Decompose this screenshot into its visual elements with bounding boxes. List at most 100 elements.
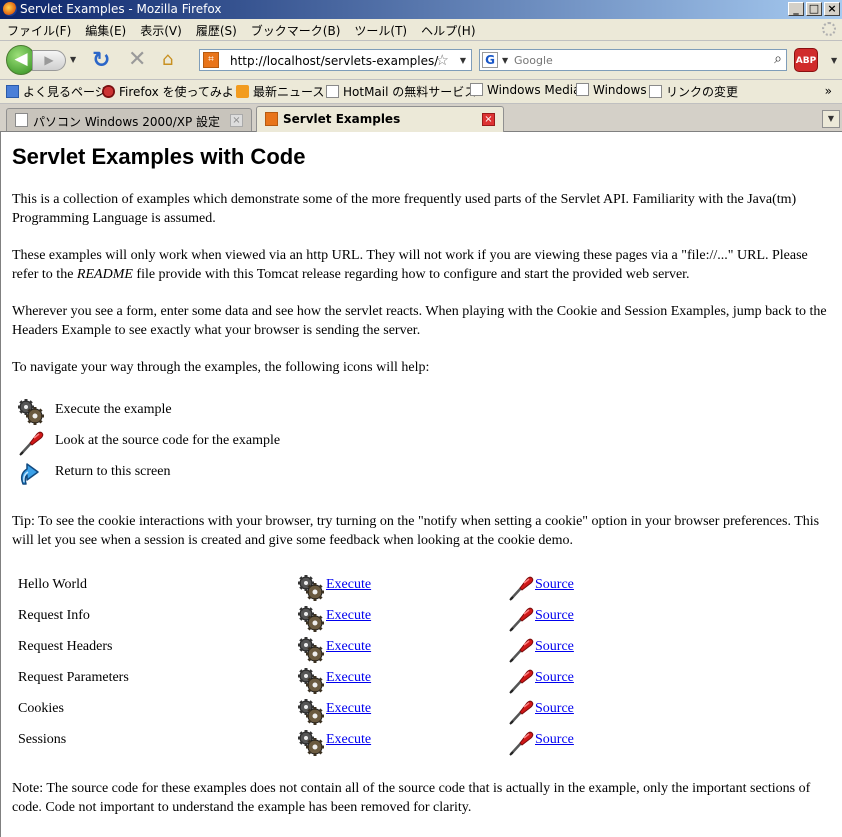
execute-link[interactable]: Execute	[326, 577, 371, 593]
form-note-paragraph: Wherever you see a form, enter some data…	[12, 304, 827, 338]
execute-link[interactable]: Execute	[326, 608, 371, 624]
example-name: Hello World	[18, 577, 87, 592]
execute-gear-icon[interactable]	[297, 574, 325, 602]
url-dropdown-icon[interactable]: ▼	[460, 56, 466, 65]
table-row: Request Parameters Execute Source	[18, 666, 818, 694]
source-link[interactable]: Source	[535, 639, 574, 655]
firefox-icon	[3, 2, 17, 16]
bookmark-windows[interactable]: Windows	[576, 83, 647, 100]
page-icon	[15, 113, 28, 127]
execute-link[interactable]: Execute	[326, 732, 371, 748]
stop-icon[interactable]: ✕	[128, 47, 146, 72]
menu-view[interactable]: 表示(V)	[133, 19, 189, 40]
url-text[interactable]: http://localhost/servlets-examples/	[230, 54, 438, 68]
tab-pc-settings[interactable]: パソコン Windows 2000/XP 設定 ×	[6, 108, 252, 131]
bookmark-customize-links[interactable]: リンクの変更	[649, 83, 738, 100]
search-input[interactable]	[514, 52, 754, 68]
table-row: Request Info Execute Source	[18, 604, 818, 632]
reload-icon[interactable]: ↻	[92, 48, 110, 73]
maximize-button[interactable]: □	[806, 2, 822, 16]
menu-history[interactable]: 履歴(S)	[189, 19, 244, 40]
source-screwdriver-icon[interactable]	[507, 698, 535, 726]
bookmark-star-icon[interactable]: ☆	[436, 51, 449, 69]
execute-link[interactable]: Execute	[326, 701, 371, 717]
tab-close-icon[interactable]: ×	[482, 113, 495, 126]
page-icon	[576, 83, 589, 96]
site-favicon: ⌗	[203, 52, 219, 68]
search-bar[interactable]: G ▼ ⌕	[479, 49, 787, 71]
menu-file[interactable]: ファイル(F)	[0, 19, 78, 40]
menu-help[interactable]: ヘルプ(H)	[414, 19, 482, 40]
example-name: Cookies	[18, 701, 64, 716]
menu-edit[interactable]: 編集(E)	[78, 19, 133, 40]
source-link[interactable]: Source	[535, 701, 574, 717]
table-row: Cookies Execute Source	[18, 697, 818, 725]
tab-servlet-examples[interactable]: Servlet Examples ×	[256, 106, 504, 132]
bookmark-hotmail[interactable]: HotMail の無料サービス	[326, 83, 476, 100]
forward-button[interactable]: ▶	[32, 50, 66, 71]
execute-gear-icon	[17, 398, 45, 426]
bookmark-label: HotMail の無料サービス	[343, 85, 477, 99]
legend-text: Look at the source code for the example	[55, 433, 281, 448]
tab-close-icon[interactable]: ×	[230, 114, 243, 127]
return-arrow-icon	[17, 460, 45, 488]
bookmark-label: リンクの変更	[666, 85, 739, 99]
page-title: Servlet Examples with Code	[12, 144, 306, 169]
minimize-button[interactable]: _	[788, 2, 804, 16]
intro-paragraph: This is a collection of examples which d…	[12, 192, 797, 226]
footer-note-paragraph: Note: The source code for these examples…	[12, 781, 811, 815]
source-link[interactable]: Source	[535, 608, 574, 624]
adblock-dropdown-icon[interactable]: ▼	[831, 56, 837, 65]
execute-gear-icon[interactable]	[297, 729, 325, 757]
source-screwdriver-icon[interactable]	[507, 605, 535, 633]
url-bar[interactable]: ⌗ http://localhost/servlets-examples/ ☆ …	[199, 49, 472, 71]
bookmark-latest-news[interactable]: 最新ニュース	[236, 83, 324, 100]
menu-bookmarks[interactable]: ブックマーク(B)	[244, 19, 348, 40]
search-icon[interactable]: ⌕	[774, 51, 782, 67]
source-screwdriver-icon[interactable]	[507, 574, 535, 602]
legend-text: Return to this screen	[55, 464, 171, 479]
back-arrow-icon: ◀	[14, 49, 28, 69]
execute-link[interactable]: Execute	[326, 670, 371, 686]
table-row: Hello World Execute Source	[18, 573, 818, 601]
bookmark-getting-started[interactable]: Firefox を使ってみよう	[102, 83, 246, 100]
source-link[interactable]: Source	[535, 670, 574, 686]
tab-label: パソコン Windows 2000/XP 設定	[33, 115, 221, 129]
page-icon	[649, 85, 662, 98]
source-screwdriver-icon[interactable]	[507, 636, 535, 664]
tab-list-dropdown-icon[interactable]: ▼	[822, 110, 840, 128]
execute-gear-icon[interactable]	[297, 698, 325, 726]
execute-link[interactable]: Execute	[326, 639, 371, 655]
execute-gear-icon[interactable]	[297, 605, 325, 633]
navigation-toolbar: ◀ ▶ ▼ ↻ ✕ ⌂ ⌗ http://localhost/servlets-…	[0, 41, 842, 80]
home-icon[interactable]: ⌂	[162, 49, 173, 70]
tomcat-favicon	[265, 112, 278, 126]
http-note-text-end: file provide with this Tomcat release re…	[132, 267, 690, 282]
table-row: Sessions Execute Source	[18, 728, 818, 756]
bookmark-label: Firefox を使ってみよう	[119, 85, 246, 99]
source-link[interactable]: Source	[535, 732, 574, 748]
adblock-plus-icon[interactable]: ABP	[794, 48, 818, 72]
google-engine-icon[interactable]: G	[482, 52, 498, 68]
example-name: Request Info	[18, 608, 90, 623]
menu-tools[interactable]: ツール(T)	[347, 19, 414, 40]
bookmark-label: よく見るページ	[23, 85, 107, 99]
bookmarks-overflow-icon[interactable]: »	[825, 84, 832, 98]
menu-bar: ファイル(F) 編集(E) 表示(V) 履歴(S) ブックマーク(B) ツール(…	[0, 19, 842, 41]
engine-dropdown-icon[interactable]: ▼	[502, 56, 508, 65]
execute-gear-icon[interactable]	[297, 636, 325, 664]
source-screwdriver-icon[interactable]	[507, 667, 535, 695]
execute-gear-icon[interactable]	[297, 667, 325, 695]
bookmark-windows-media[interactable]: Windows Media	[470, 83, 580, 100]
close-button[interactable]: ×	[824, 2, 840, 16]
source-screwdriver-icon[interactable]	[507, 729, 535, 757]
http-note-paragraph: These examples will only work when viewe…	[12, 246, 832, 284]
source-link[interactable]: Source	[535, 577, 574, 593]
tip-paragraph: Tip: To see the cookie interactions with…	[12, 514, 820, 548]
page-content: Servlet Examples with Code This is a col…	[0, 132, 842, 837]
bookmark-folder-icon	[6, 85, 19, 98]
page-icon	[470, 83, 483, 96]
history-dropdown-icon[interactable]: ▼	[70, 55, 76, 64]
source-screwdriver-icon	[17, 429, 45, 457]
bookmark-most-visited[interactable]: よく見るページ	[6, 83, 107, 100]
